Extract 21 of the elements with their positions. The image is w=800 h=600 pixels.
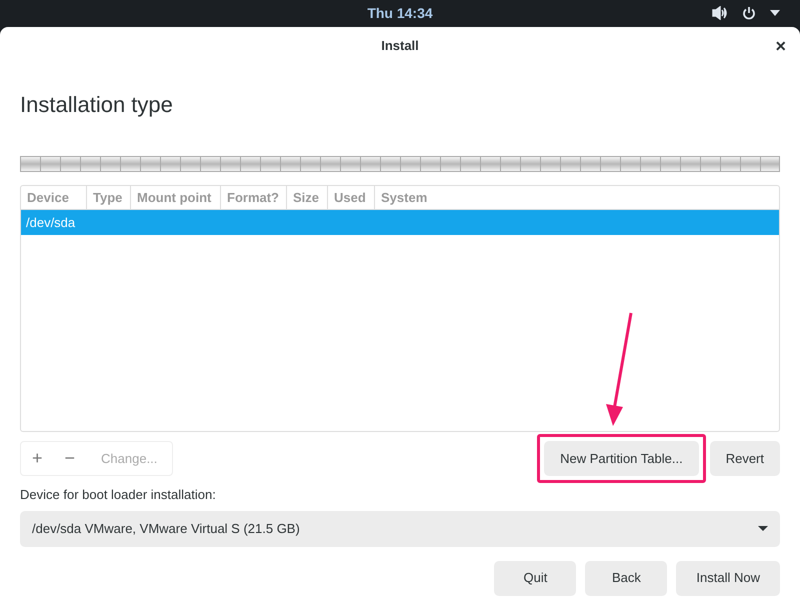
page-heading: Installation type (20, 91, 174, 119)
dialog-button[interactable]: Quit (494, 560, 576, 596)
column-header[interactable]: System (375, 186, 779, 209)
column-header[interactable]: Type (87, 186, 131, 209)
column-header[interactable]: Size (287, 186, 328, 209)
field-label: Device for boot loader installation: (20, 486, 217, 504)
window-title: Install (381, 37, 419, 56)
column-header[interactable]: Format? (221, 186, 287, 209)
clock[interactable]: Thu 14:34 (367, 3, 433, 24)
add-button[interactable]: + (21, 442, 54, 475)
column-header[interactable]: Mount point (131, 186, 221, 209)
close-button[interactable]: × (775, 37, 786, 55)
action-button[interactable]: New Partition Table... (544, 441, 699, 476)
dialog-button[interactable]: Back (585, 560, 668, 596)
column-header[interactable]: Device (21, 186, 87, 209)
dialog-button[interactable]: Install Now (676, 560, 780, 596)
column-header[interactable]: Used (328, 186, 375, 209)
remove-button[interactable]: − (54, 442, 86, 475)
table-row[interactable]: /dev/sda (21, 210, 779, 235)
boot-device-dropdown[interactable]: /dev/sda VMware, VMware Virtual S (21.5 GB) (20, 510, 780, 546)
action-button[interactable]: Revert (710, 441, 780, 476)
